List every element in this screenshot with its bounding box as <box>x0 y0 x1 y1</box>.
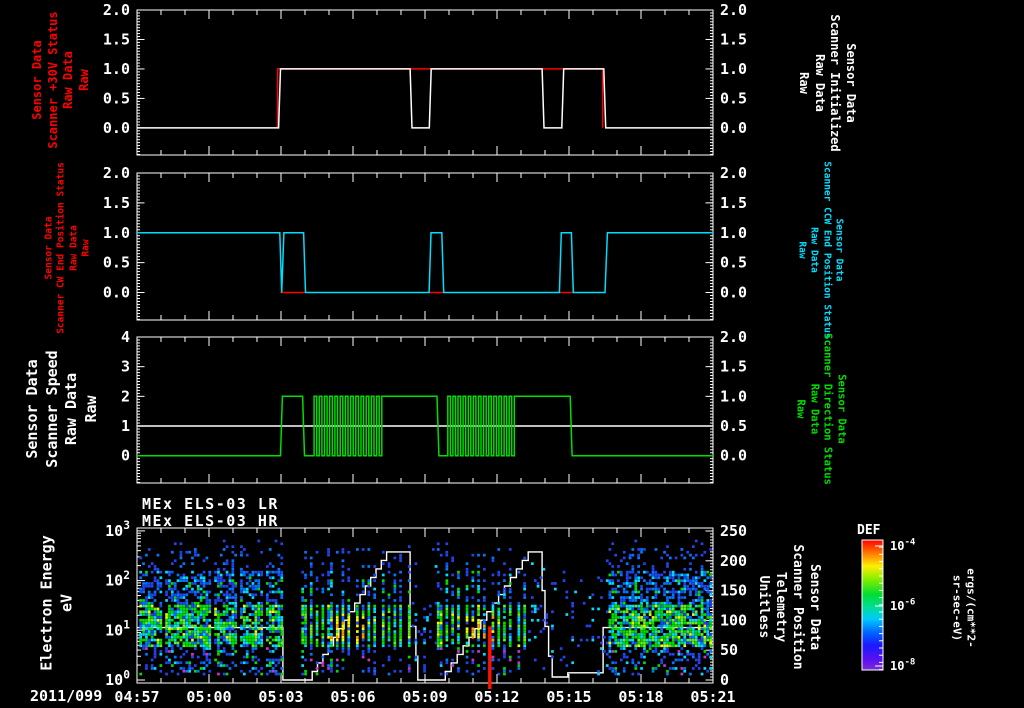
date-label: 2011/099 <box>30 687 103 705</box>
trace-scanner-ccw-end-position-status <box>137 232 713 294</box>
panel1-right-label: Sensor Data Scanner Initialized Raw Data… <box>797 14 859 152</box>
panel3-left-label: Sensor Data Scanner Speed Raw Data Raw <box>23 350 100 468</box>
svg-text:05:03: 05:03 <box>258 688 303 706</box>
svg-text:100: 100 <box>720 611 747 629</box>
svg-text:05:12: 05:12 <box>474 688 519 706</box>
svg-text:0.5: 0.5 <box>720 417 747 435</box>
spectrogram-dots <box>139 539 712 689</box>
svg-text:05:06: 05:06 <box>330 688 375 706</box>
svg-text:101: 101 <box>105 619 130 640</box>
svg-text:1.5: 1.5 <box>103 30 130 48</box>
panel2-right-label: Sensor Data Scanner CCW End Position Sta… <box>796 161 845 339</box>
panel3-right-label: Sensor Data Scanner Direction Status Raw… <box>794 333 848 485</box>
svg-text:1.0: 1.0 <box>720 224 747 242</box>
svg-text:4: 4 <box>121 328 130 346</box>
colorbar: 10-4 10-6 10-8 <box>861 538 916 673</box>
svg-text:1.0: 1.0 <box>103 224 130 242</box>
svg-text:0: 0 <box>720 671 729 689</box>
svg-text:0.5: 0.5 <box>103 254 130 272</box>
svg-text:0.5: 0.5 <box>720 89 747 107</box>
svg-text:0.0: 0.0 <box>720 284 747 302</box>
svg-text:2.0: 2.0 <box>103 1 130 19</box>
svg-text:0.0: 0.0 <box>720 447 747 465</box>
svg-text:0: 0 <box>121 447 130 465</box>
red-event-line <box>488 626 492 689</box>
svg-text:1.5: 1.5 <box>720 194 747 212</box>
svg-text:1.5: 1.5 <box>720 30 747 48</box>
plot-window: 2.0 1.5 1.0 0.5 0.0 2.0 1.5 1.0 0.5 0.0 2.0 1.5 1.0 0… <box>0 0 1024 708</box>
svg-text:10-8: 10-8 <box>890 658 915 673</box>
colorbar-units-label: ergs/(cm**2-sr-sec-eV) <box>950 568 978 648</box>
svg-text:1.0: 1.0 <box>103 60 130 78</box>
panel-2-axes: 2.0 1.5 1.0 0.5 0.0 2.0 1.5 1.0 0.5 0.0 <box>103 164 747 321</box>
svg-text:0.0: 0.0 <box>103 119 130 137</box>
trace-scanner-30v-status <box>276 68 604 128</box>
svg-text:05:15: 05:15 <box>546 688 591 706</box>
svg-text:10-6: 10-6 <box>890 598 915 613</box>
svg-text:3: 3 <box>121 358 130 376</box>
svg-text:1.5: 1.5 <box>103 194 130 212</box>
trace-scanner-initialized <box>137 68 713 129</box>
svg-text:05:00: 05:00 <box>186 688 231 706</box>
svg-text:1.5: 1.5 <box>720 358 747 376</box>
svg-text:0.0: 0.0 <box>720 119 747 137</box>
svg-text:0.0: 0.0 <box>103 284 130 302</box>
panel1-left-label: Sensor Data Scanner +30V Status Raw Data… <box>29 11 91 149</box>
svg-text:10-4: 10-4 <box>890 538 916 553</box>
svg-text:103: 103 <box>105 519 130 540</box>
panel4-right-label: Sensor Data Scanner Position Telemetry U… <box>756 544 822 670</box>
svg-text:0.5: 0.5 <box>103 89 130 107</box>
svg-text:2: 2 <box>121 387 130 405</box>
svg-text:0.5: 0.5 <box>720 254 747 272</box>
svg-text:250: 250 <box>720 522 747 540</box>
svg-text:1.0: 1.0 <box>720 387 747 405</box>
panel-3-axes: 4 3 2 1 0 2.0 1.5 1.0 0.5 0.0 <box>121 328 747 484</box>
svg-text:200: 200 <box>720 552 747 570</box>
spectrogram-title-lr: MEx ELS-03 LR <box>142 495 279 513</box>
svg-text:05:18: 05:18 <box>618 688 663 706</box>
svg-text:2.0: 2.0 <box>720 164 747 182</box>
panel2-left-label: Sensor Data Scanner CW End Position Stat… <box>43 162 92 334</box>
svg-text:100: 100 <box>105 668 130 689</box>
svg-text:04:57: 04:57 <box>114 688 159 706</box>
plots-canvas: 2.0 1.5 1.0 0.5 0.0 2.0 1.5 1.0 0.5 0.0 2.0 1.5 1.0 0… <box>103 1 916 706</box>
svg-text:2.0: 2.0 <box>103 164 130 182</box>
panel4-left-label: Electron Energy eV <box>37 535 76 671</box>
svg-text:2.0: 2.0 <box>720 1 747 19</box>
svg-text:2.0: 2.0 <box>720 328 747 346</box>
svg-text:05:09: 05:09 <box>402 688 447 706</box>
svg-text:1.0: 1.0 <box>720 60 747 78</box>
svg-text:102: 102 <box>105 569 130 590</box>
svg-text:1: 1 <box>121 417 130 435</box>
svg-text:50: 50 <box>720 641 738 659</box>
svg-text:05:21: 05:21 <box>690 688 735 706</box>
colorbar-title: DEF <box>857 523 881 538</box>
panel-1-axes: 2.0 1.5 1.0 0.5 0.0 2.0 1.5 1.0 0.5 0.0 <box>103 1 747 156</box>
spectrogram-title-hr: MEx ELS-03 HR <box>142 512 279 530</box>
svg-text:150: 150 <box>720 582 747 600</box>
